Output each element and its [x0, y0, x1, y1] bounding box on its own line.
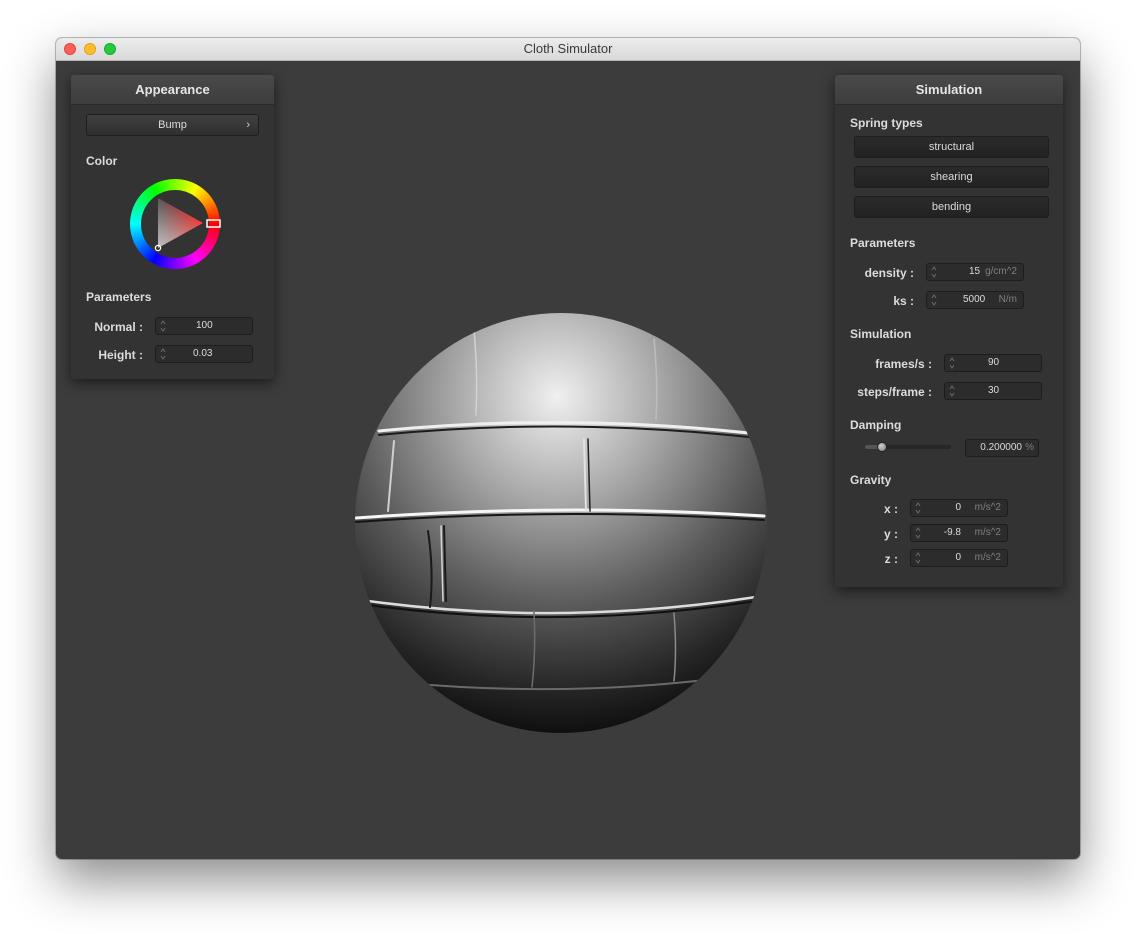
- appearance-parameters-label: Parameters: [86, 290, 152, 304]
- gravity-z-label: z :: [884, 552, 898, 566]
- appearance-panel-title: Appearance: [71, 75, 274, 105]
- normal-spinbox[interactable]: 100: [155, 317, 253, 335]
- simulation-panel: Simulation Spring types structural shear…: [835, 75, 1063, 587]
- frames-label: frames/s :: [875, 357, 932, 371]
- appearance-panel: Appearance Bump › Color Parameters Norma…: [71, 75, 274, 379]
- shader-dropdown-label: Bump: [158, 119, 187, 131]
- spin-arrows-icon[interactable]: [949, 384, 955, 398]
- ks-label: ks :: [893, 294, 914, 308]
- shader-dropdown[interactable]: Bump ›: [86, 114, 259, 136]
- simulation-panel-title: Simulation: [835, 75, 1063, 105]
- damping-unit: %: [1025, 442, 1034, 453]
- damping-slider-knob[interactable]: [877, 442, 887, 452]
- normal-label: Normal :: [94, 320, 143, 334]
- frames-value: 90: [988, 357, 1000, 368]
- density-value: 15: [969, 266, 981, 277]
- window-title: Cloth Simulator: [523, 41, 613, 56]
- app-window: Cloth Simulator Appearance Bump › Color …: [56, 38, 1080, 859]
- spin-arrows-icon[interactable]: [949, 356, 955, 370]
- spin-arrows-icon[interactable]: [915, 551, 921, 565]
- height-spinbox[interactable]: 0.03: [155, 345, 253, 363]
- spin-arrows-icon[interactable]: [160, 319, 166, 333]
- gravity-y-label: y :: [883, 527, 898, 541]
- steps-value: 30: [988, 385, 1000, 396]
- damping-value: 0.200000: [980, 442, 1022, 453]
- structural-button[interactable]: structural: [854, 136, 1049, 158]
- spin-arrows-icon[interactable]: [931, 265, 937, 279]
- bending-button[interactable]: bending: [854, 196, 1049, 218]
- gravity-x-label: x :: [883, 502, 898, 516]
- gravity-z-unit: m/s^2: [974, 552, 1001, 563]
- gravity-label: Gravity: [850, 473, 892, 487]
- density-spinbox[interactable]: 15 g/cm^2: [926, 263, 1024, 281]
- spring-types-label: Spring types: [850, 116, 923, 130]
- spin-arrows-icon[interactable]: [915, 501, 921, 515]
- density-label: density :: [864, 266, 914, 280]
- bump-mapped-sphere[interactable]: [354, 311, 768, 735]
- gravity-x-value: 0: [955, 502, 961, 513]
- steps-spinbox[interactable]: 30: [944, 382, 1042, 400]
- ks-spinbox[interactable]: 5000 N/m: [926, 291, 1024, 309]
- gravity-y-unit: m/s^2: [974, 527, 1001, 538]
- normal-value: 100: [196, 320, 213, 331]
- damping-label: Damping: [850, 418, 902, 432]
- gravity-y-value: -9.8: [943, 527, 961, 538]
- ks-value: 5000: [963, 294, 986, 305]
- gravity-z-spinbox[interactable]: 0 m/s^2: [910, 549, 1008, 567]
- damping-textbox[interactable]: 0.200000 %: [965, 439, 1039, 457]
- sim-parameters-label: Parameters: [850, 236, 916, 250]
- chevron-right-icon: ›: [246, 119, 250, 131]
- spin-arrows-icon[interactable]: [931, 293, 937, 307]
- spin-arrows-icon[interactable]: [160, 347, 166, 361]
- gravity-y-spinbox[interactable]: -9.8 m/s^2: [910, 524, 1008, 542]
- gravity-x-unit: m/s^2: [974, 502, 1001, 513]
- render-viewport[interactable]: Appearance Bump › Color Parameters Norma…: [56, 60, 1080, 859]
- density-unit: g/cm^2: [985, 266, 1017, 277]
- shearing-button[interactable]: shearing: [854, 166, 1049, 188]
- steps-label: steps/frame :: [857, 385, 932, 399]
- ks-unit: N/m: [998, 294, 1017, 305]
- color-wheel[interactable]: [128, 177, 222, 271]
- damping-slider[interactable]: [865, 442, 951, 452]
- frames-spinbox[interactable]: 90: [944, 354, 1042, 372]
- simulation-section-label: Simulation: [850, 327, 912, 341]
- height-label: Height :: [98, 348, 143, 362]
- gravity-x-spinbox[interactable]: 0 m/s^2: [910, 499, 1008, 517]
- spin-arrows-icon[interactable]: [915, 526, 921, 540]
- gravity-z-value: 0: [955, 552, 961, 563]
- title-bar: Cloth Simulator: [56, 38, 1080, 61]
- height-value: 0.03: [193, 348, 213, 359]
- color-section-label: Color: [86, 154, 118, 168]
